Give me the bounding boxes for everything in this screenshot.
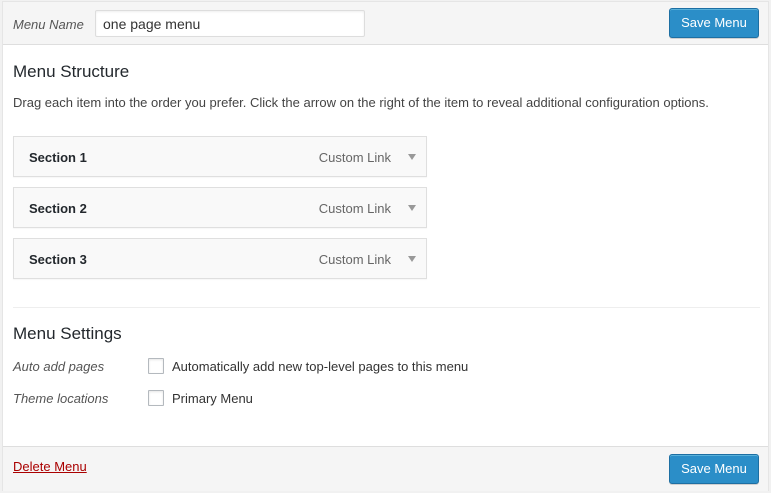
auto-add-pages-text[interactable]: Automatically add new top-level pages to… [172,359,468,374]
menu-edit-panel: Menu Name Save Menu Menu Structure Drag … [2,1,769,491]
menu-name-input[interactable] [95,10,365,37]
menu-footer-bar [3,446,768,491]
menu-item-title: Section 2 [29,201,87,216]
theme-locations-label: Theme locations [13,391,109,406]
menu-item-title: Section 3 [29,252,87,267]
menu-item-section-3[interactable]: Section 3 Custom Link [13,238,427,279]
save-menu-button-top[interactable]: Save Menu [669,8,759,38]
primary-menu-checkbox[interactable] [148,390,164,406]
section-divider [13,307,760,308]
menu-header-bar: Menu Name Save Menu [3,2,768,45]
expand-arrow-icon[interactable] [408,256,416,262]
save-menu-button-bottom[interactable]: Save Menu [669,454,759,484]
expand-arrow-icon[interactable] [408,154,416,160]
menu-name-label: Menu Name [13,17,84,32]
menu-structure-title: Menu Structure [13,62,130,81]
menu-item-section-2[interactable]: Section 2 Custom Link [13,187,427,228]
menu-item-title: Section 1 [29,150,87,165]
auto-add-pages-checkbox[interactable] [148,358,164,374]
menu-settings-title: Menu Settings [13,324,122,343]
menu-structure-instructions: Drag each item into the order you prefer… [13,95,709,110]
primary-menu-text[interactable]: Primary Menu [172,391,253,406]
menu-item-type: Custom Link [318,150,391,165]
menu-item-type: Custom Link [318,252,391,267]
expand-arrow-icon[interactable] [408,205,416,211]
menu-item-section-1[interactable]: Section 1 Custom Link [13,136,427,177]
auto-add-pages-label: Auto add pages [13,359,105,374]
menu-item-type: Custom Link [318,201,391,216]
delete-menu-link[interactable]: Delete Menu [13,459,87,474]
